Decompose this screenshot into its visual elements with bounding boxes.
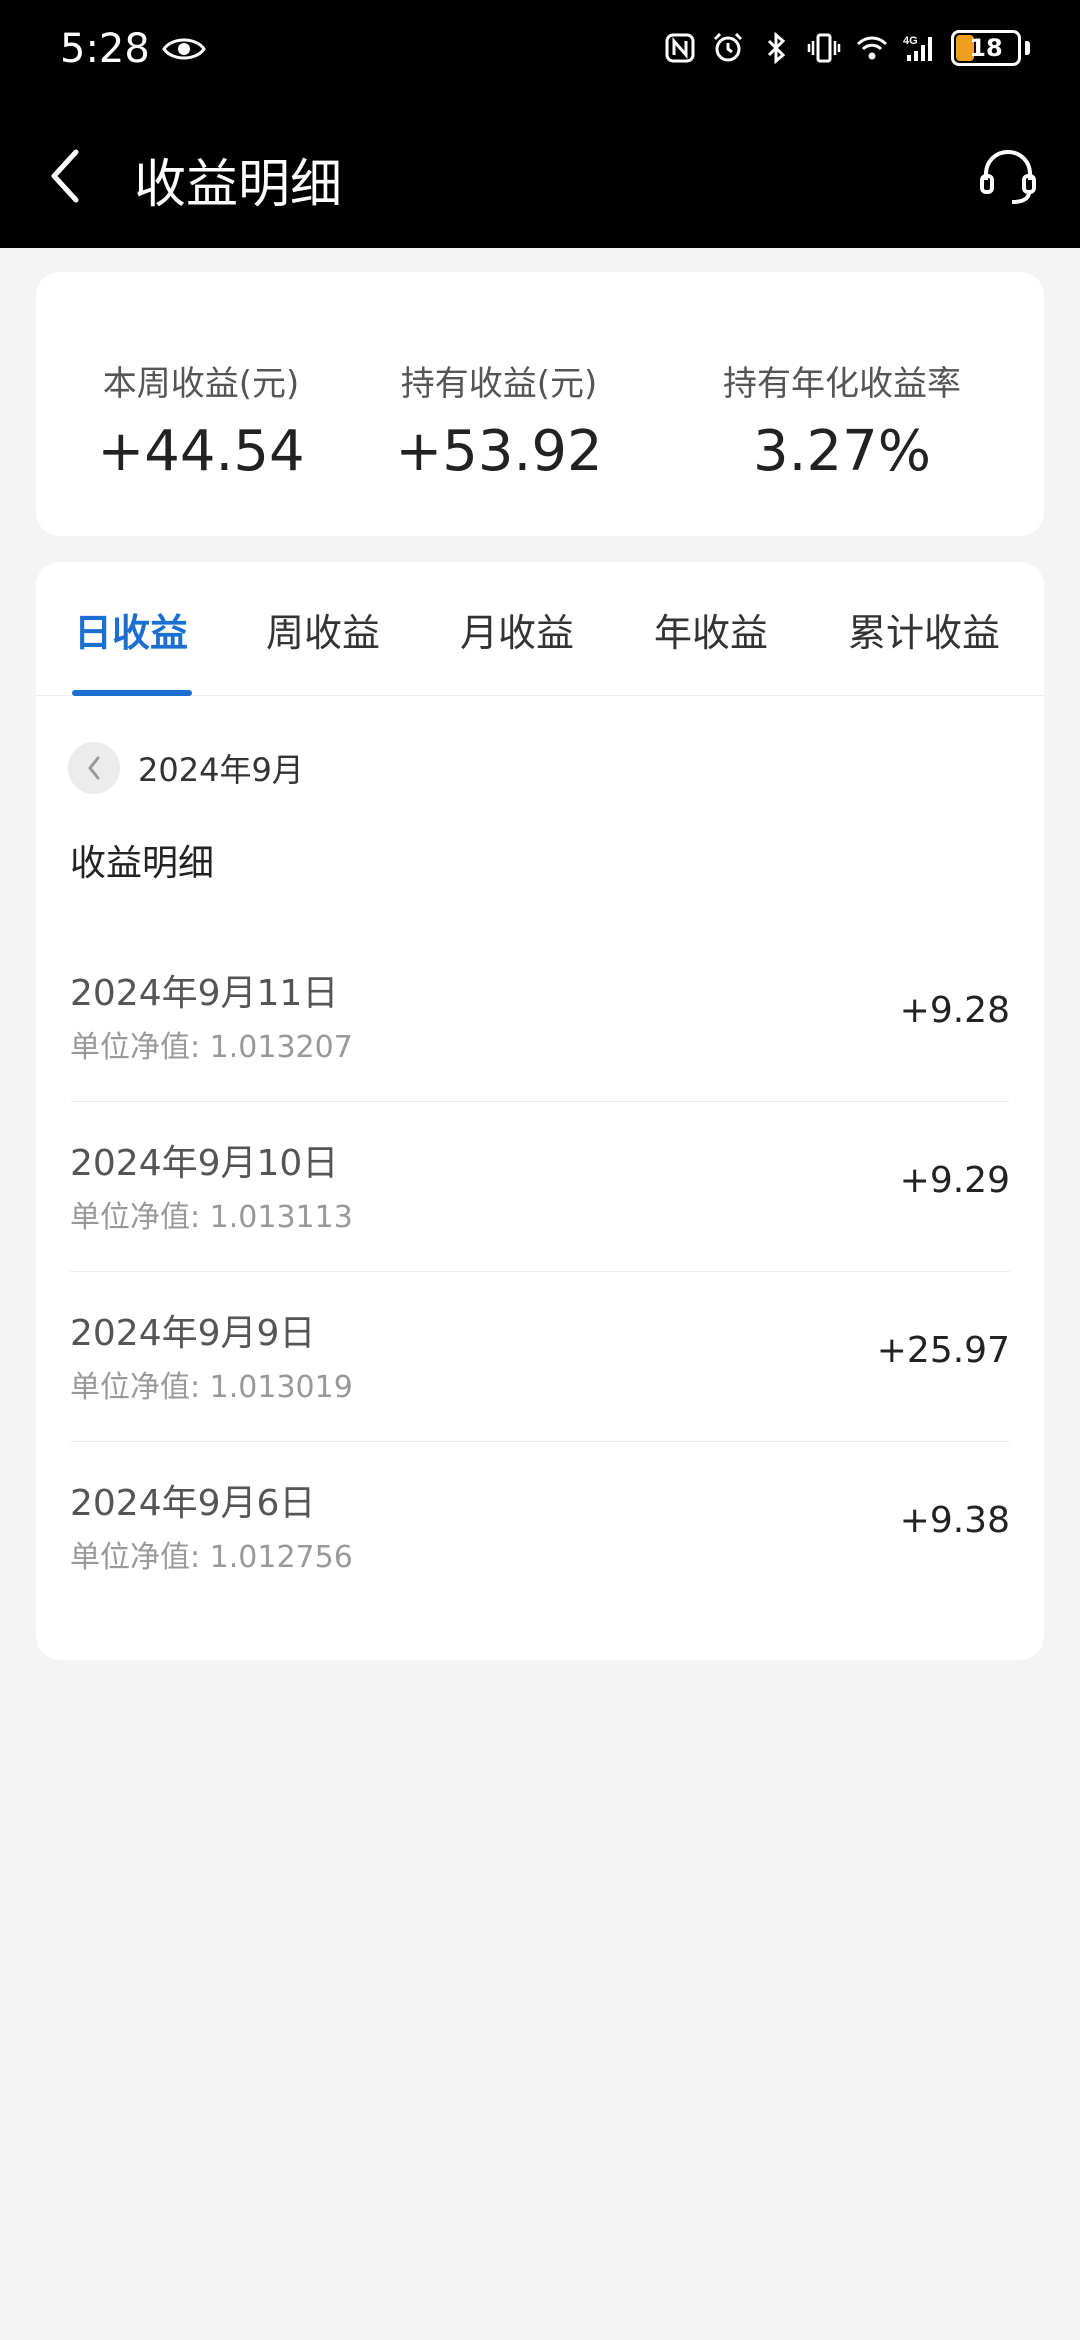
annualized-return-label: 持有年化收益率 [723,364,961,404]
previous-month-button[interactable] [68,742,120,794]
weekly-earnings-value: +44.54 [97,419,305,484]
svg-text:4G: 4G [903,35,918,47]
row-date: 2024年9月6日 [70,1483,316,1524]
battery-level: 18 [969,34,1003,62]
chevron-left-icon [88,756,100,780]
earnings-row[interactable]: 2024年9月10日 单位净值: 1.013113 +9.29 [70,1102,1010,1272]
earnings-row[interactable]: 2024年9月11日 单位净值: 1.013207 +9.28 [70,932,1010,1102]
tab-cumulative-earnings[interactable]: 累计收益 [848,602,1000,657]
nav-bar: 收益明细 [0,104,1080,248]
wifi-icon [856,36,888,60]
row-amount: +9.28 [899,990,1010,1031]
earnings-summary-card: 本周收益(元) +44.54 持有收益(元) +53.92 持有年化收益率 3.… [36,272,1044,536]
period-tabs: 日收益 周收益 月收益 年收益 累计收益 [36,562,1044,696]
battery-cap [1025,41,1030,55]
earnings-detail-card: 日收益 周收益 月收益 年收益 累计收益 2024年9月 收益明细 2024年9… [36,562,1044,1660]
row-unit-nav: 单位净值: 1.013207 [70,1030,353,1065]
row-unit-nav: 单位净值: 1.013113 [70,1200,353,1235]
top-bar: 5:28 4G 18 收益明细 [0,0,1080,248]
back-button[interactable] [36,140,96,212]
row-date: 2024年9月9日 [70,1313,316,1354]
row-amount: +9.29 [899,1160,1010,1201]
battery-icon: 18 [951,30,1021,66]
chevron-left-icon [51,149,79,203]
section-title: 收益明细 [70,843,215,884]
earnings-row[interactable]: 2024年9月6日 单位净值: 1.012756 +9.38 [70,1442,1010,1612]
tab-yearly-earnings[interactable]: 年收益 [654,602,768,657]
signal-4g-icon: 4G [903,35,932,61]
annualized-return-stat: 持有年化收益率 3.27% [702,356,982,484]
row-date: 2024年9月10日 [70,1143,339,1184]
eye-icon [162,38,206,60]
row-unit-nav: 单位净值: 1.012756 [70,1540,353,1575]
weekly-earnings-label: 本周收益(元) [102,364,300,404]
bluetooth-icon [767,31,786,65]
weekly-earnings-stat: 本周收益(元) +44.54 [86,356,316,484]
nfc-icon [665,33,695,63]
holding-earnings-value: +53.92 [395,419,603,484]
tab-weekly-earnings[interactable]: 周收益 [266,602,380,657]
row-amount: +25.97 [876,1330,1010,1371]
status-time-wrap: 5:28 [60,26,208,72]
active-tab-indicator [72,690,192,696]
earnings-row[interactable]: 2024年9月9日 单位净值: 1.013019 +25.97 [70,1272,1010,1442]
status-icons: 4G 18 [663,30,1030,66]
row-amount: +9.38 [899,1500,1010,1541]
customer-service-button[interactable] [972,140,1044,212]
alarm-icon [713,32,743,62]
tab-daily-earnings[interactable]: 日收益 [74,602,188,657]
month-selector: 2024年9月 [68,742,304,794]
status-bar: 5:28 4G 18 [0,0,1080,104]
vibrate-icon [807,33,841,63]
tab-monthly-earnings[interactable]: 月收益 [460,602,574,657]
annualized-return-value: 3.27% [753,419,931,484]
current-month: 2024年9月 [138,751,304,789]
holding-earnings-label: 持有收益(元) [400,364,598,404]
page-title: 收益明细 [134,155,343,215]
holding-earnings-stat: 持有收益(元) +53.92 [384,356,614,484]
status-time: 5:28 [60,26,150,72]
row-unit-nav: 单位净值: 1.013019 [70,1370,353,1405]
headset-icon [980,149,1036,204]
row-date: 2024年9月11日 [70,973,339,1014]
